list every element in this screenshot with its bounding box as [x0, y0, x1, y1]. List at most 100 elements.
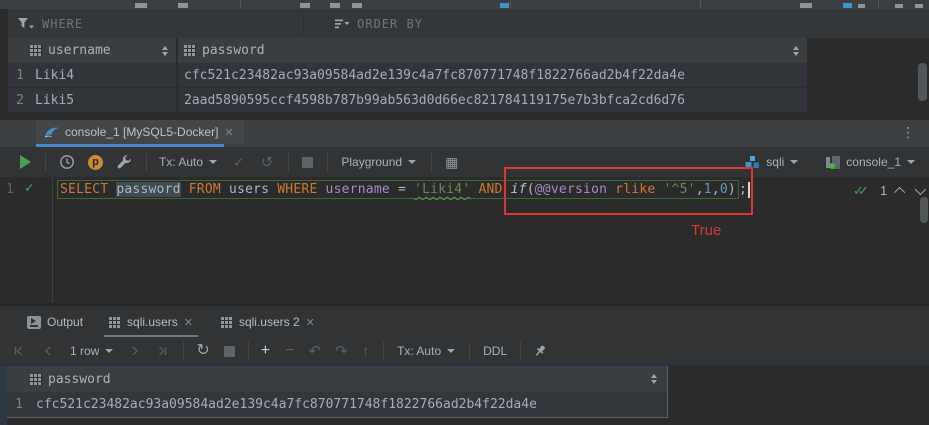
console-toolbar: p Tx: Auto ✓ ↺ Playground ▦ sqli console…: [0, 147, 929, 177]
chevron-down-icon[interactable]: [907, 160, 915, 164]
kebab-menu-icon[interactable]: ⋮: [901, 125, 915, 139]
console-tab-bar: console_1 [MySQL5-Docker] ✕ ⋮: [0, 120, 929, 147]
cell-password[interactable]: 2aad5890595ccf4598b787b99ab563d0d66ec821…: [178, 93, 807, 108]
cell-username[interactable]: Liki5: [30, 93, 178, 108]
table-row[interactable]: 1 Liki4 cfc521c23482ac93a09584ad2e139c4a…: [8, 63, 807, 88]
run-icon[interactable]: [20, 155, 31, 169]
close-icon[interactable]: ✕: [224, 126, 233, 139]
column-header-password[interactable]: password: [48, 372, 111, 387]
tab-console-1[interactable]: console_1 [MySQL5-Docker] ✕: [36, 120, 244, 144]
chevron-down-icon[interactable]: [209, 160, 217, 164]
toolbar-fragment: [330, 3, 340, 8]
cell-password[interactable]: cfc521c23482ac93a09584ad2e139c4a7fc87077…: [29, 397, 537, 412]
order-by-filter[interactable]: ORDER BY: [335, 17, 423, 31]
annotation-true-label: True: [691, 222, 721, 239]
column-label: password: [202, 43, 265, 58]
tab-output[interactable]: Output: [18, 306, 92, 338]
stop-icon[interactable]: [224, 346, 235, 357]
row-count-select[interactable]: 1 row: [70, 344, 99, 358]
session-select[interactable]: console_1: [846, 155, 901, 169]
stop-icon[interactable]: [302, 157, 313, 168]
sort-arrows-icon[interactable]: [793, 46, 799, 56]
where-filter[interactable]: WHERE: [18, 17, 83, 31]
table-row[interactable]: 2 Liki5 2aad5890595ccf4598b787b99ab563d0…: [8, 88, 807, 113]
sql-token: [181, 182, 189, 197]
tab-sqli-users[interactable]: sqli.users ✕: [100, 306, 202, 338]
sql-token: [221, 182, 229, 197]
rollback-icon[interactable]: ↺: [261, 155, 274, 170]
table-grid-icon: [221, 317, 233, 328]
column-label: username: [48, 43, 111, 58]
toolbar-fragment: [500, 3, 509, 8]
toolbar-divider: [510, 1, 511, 8]
close-icon[interactable]: ✕: [184, 316, 193, 329]
sql-token: SELECT: [60, 182, 108, 197]
parameters-p-icon[interactable]: p: [88, 155, 103, 170]
cutoff-toolbar-strip: [0, 0, 929, 9]
row-number: 1: [7, 397, 29, 412]
order-by-label[interactable]: ORDER BY: [357, 17, 423, 31]
chevron-down-icon[interactable]: [447, 349, 455, 353]
column-header-username[interactable]: username: [30, 43, 176, 58]
scrollbar[interactable]: [918, 63, 927, 101]
add-row-icon[interactable]: +: [261, 343, 270, 359]
close-icon[interactable]: ✕: [306, 316, 315, 329]
cell-username[interactable]: Liki4: [30, 68, 178, 83]
tab-label: Output: [47, 315, 83, 329]
sql-token: [318, 182, 326, 197]
chevron-down-icon[interactable]: [790, 160, 798, 164]
output-console-icon: [27, 316, 41, 329]
tab-label: sqli.users: [127, 315, 178, 329]
table-grid-icon: [30, 374, 42, 385]
delete-row-icon[interactable]: −: [285, 343, 294, 359]
next-page-icon[interactable]: [129, 345, 141, 357]
filter-funnel-icon: [18, 18, 34, 30]
output-table-icon[interactable]: ▦: [445, 155, 458, 169]
column-divider: [176, 38, 178, 113]
sql-token: users: [229, 182, 269, 197]
line-success-check-icon: ✓: [24, 180, 35, 196]
last-page-icon[interactable]: [157, 345, 169, 357]
filter-divider: [303, 13, 304, 34]
sort-arrows-icon[interactable]: [162, 46, 168, 56]
sql-token: AND: [478, 182, 502, 197]
table-grid-icon: [109, 317, 121, 328]
tx-mode-select[interactable]: Tx: Auto: [397, 344, 441, 358]
mysql-dolphin-icon: [44, 126, 59, 139]
upload-icon[interactable]: ↑: [362, 344, 370, 359]
pin-icon[interactable]: [533, 344, 547, 358]
ddl-button[interactable]: DDL: [483, 344, 507, 358]
chevron-down-icon[interactable]: [408, 160, 416, 164]
first-page-icon[interactable]: [12, 345, 24, 357]
cell-password[interactable]: cfc521c23482ac93a09584ad2e139c4a7fc87077…: [178, 68, 807, 83]
column-header-password[interactable]: password: [178, 43, 807, 58]
history-clock-icon[interactable]: [59, 154, 75, 170]
annotation-rectangle: [504, 167, 753, 215]
commit-icon[interactable]: ✓: [233, 155, 245, 169]
playground-select[interactable]: Playground: [341, 155, 402, 169]
revert-icon[interactable]: ↶: [308, 344, 321, 359]
previous-result-icon[interactable]: [894, 186, 905, 197]
sql-editor[interactable]: 1 ✓ SELECT password FROM users WHERE use…: [0, 177, 929, 304]
where-label[interactable]: WHERE: [42, 17, 83, 31]
compare-icon[interactable]: ↷: [335, 344, 348, 359]
settings-wrench-icon[interactable]: [116, 154, 132, 170]
scrollbar[interactable]: [920, 197, 928, 223]
toolbar-fragment: [915, 4, 923, 8]
toolbar-fragment: [858, 4, 865, 8]
sql-token: username: [326, 182, 390, 197]
results-header-row: username password: [8, 38, 807, 63]
schema-select[interactable]: sqli: [766, 155, 784, 169]
toolbar-right-cluster: sqli console_1: [745, 155, 915, 169]
sort-arrows-icon[interactable]: [651, 374, 657, 384]
table-row[interactable]: 1 cfc521c23482ac93a09584ad2e139c4a7fc870…: [7, 392, 668, 418]
toolbar-fragment: [352, 3, 362, 8]
grid-toolbar: 1 row ↻ + − ↶ ↷ ↑ Tx: Auto DDL: [0, 338, 929, 364]
tx-mode-select[interactable]: Tx: Auto: [159, 155, 203, 169]
previous-page-icon[interactable]: [42, 345, 54, 357]
next-result-icon[interactable]: [915, 183, 926, 194]
bottom-tab-bar: Output sqli.users ✕ sqli.users 2 ✕: [0, 306, 929, 338]
reload-icon[interactable]: ↻: [196, 343, 209, 359]
chevron-down-icon[interactable]: [105, 349, 113, 353]
tab-sqli-users-2[interactable]: sqli.users 2 ✕: [212, 306, 324, 338]
